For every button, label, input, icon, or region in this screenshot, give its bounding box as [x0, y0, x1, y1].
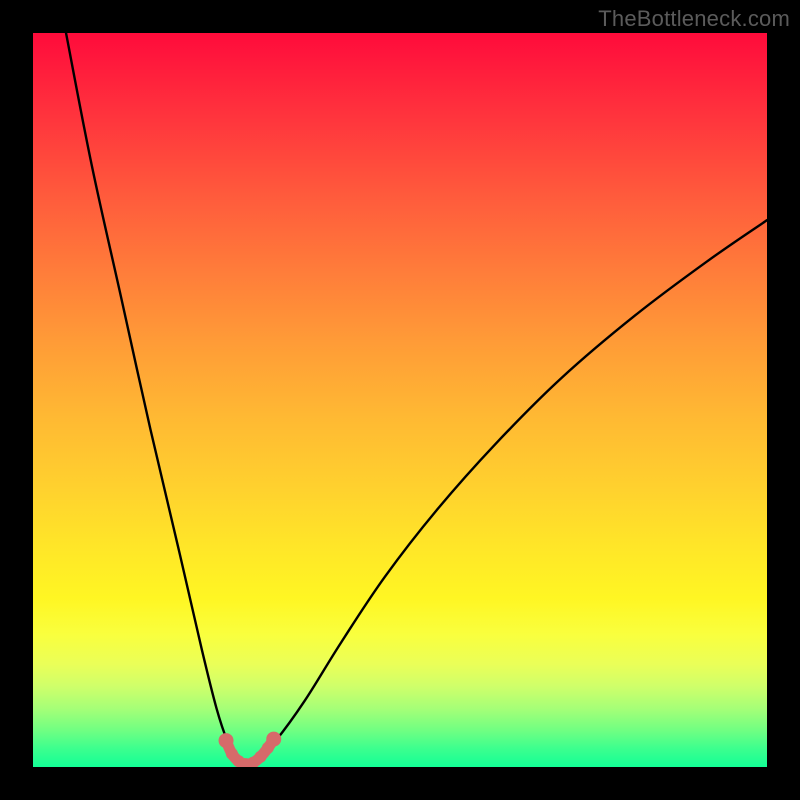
- plot-area: [33, 33, 767, 767]
- curve-layer: [33, 33, 767, 767]
- valley-dot: [219, 733, 234, 748]
- left-curve: [66, 33, 244, 764]
- valley-highlight-dots: [219, 732, 282, 767]
- watermark-text: TheBottleneck.com: [598, 6, 790, 32]
- chart-frame: TheBottleneck.com: [0, 0, 800, 800]
- valley-dot: [266, 732, 281, 747]
- right-curve: [247, 220, 767, 764]
